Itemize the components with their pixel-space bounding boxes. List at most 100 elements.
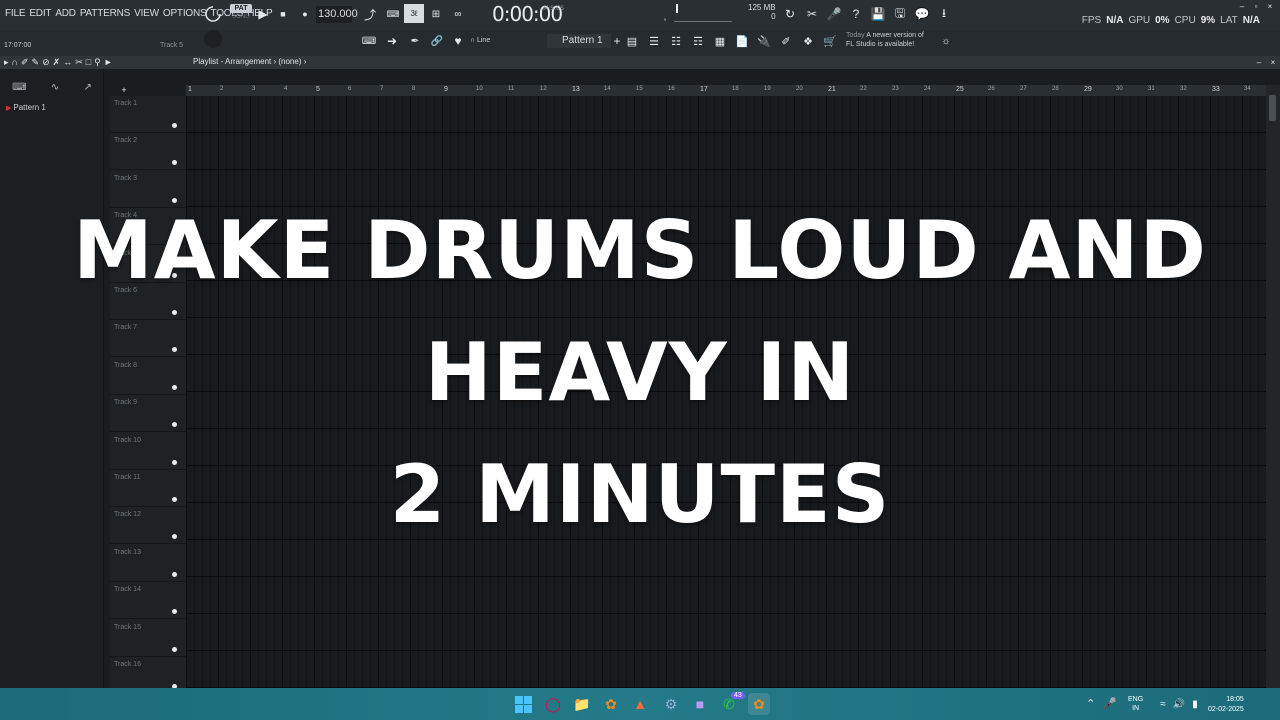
fl-studio-icon[interactable]: ✿: [600, 693, 622, 715]
cut-icon[interactable]: ✂: [804, 6, 820, 22]
track-header[interactable]: Track 1: [110, 96, 186, 133]
mute-tool-icon[interactable]: ✗: [53, 57, 61, 68]
folder-icon[interactable]: 📁: [571, 693, 593, 715]
wait-input-icon[interactable]: ⌨: [384, 6, 402, 22]
pattern-selector[interactable]: Pattern 1: [547, 34, 611, 48]
link-icon[interactable]: 🔗: [430, 35, 444, 47]
bar-number: 30: [1116, 86, 1123, 92]
arrow-right-icon[interactable]: ➜: [384, 34, 400, 48]
bar-number: 20: [796, 86, 803, 92]
playlist-icon[interactable]: ▤: [624, 34, 640, 48]
maximize-icon[interactable]: ▫: [1252, 2, 1260, 11]
language-indicator[interactable]: ENG IN: [1128, 695, 1143, 713]
metronome-icon[interactable]: ⤴: [362, 6, 378, 22]
menu-edit[interactable]: EDIT: [29, 8, 51, 19]
magnet-snap-icon[interactable]: ∩: [12, 57, 18, 68]
plugin-icon[interactable]: 🔌: [756, 34, 772, 48]
stop-icon[interactable]: ■: [277, 7, 289, 21]
mixer-icon[interactable]: ☷: [668, 34, 684, 48]
playlist-close-icon[interactable]: ×: [1268, 57, 1278, 67]
picker-tab-audio-icon[interactable]: ∿: [51, 82, 59, 93]
pattern-list-item[interactable]: ▶ Pattern 1: [6, 103, 46, 112]
master-volume-icon[interactable]: ◦: [660, 14, 670, 24]
menu-patterns[interactable]: PATTERNS: [80, 8, 130, 19]
menu-view[interactable]: VIEW: [134, 8, 159, 19]
wifi-icon[interactable]: ≈: [1157, 698, 1169, 710]
render-icon[interactable]: 🖫: [892, 6, 908, 22]
save-icon[interactable]: 💾: [870, 6, 886, 22]
add-pattern-icon[interactable]: +: [612, 34, 622, 48]
bar-number: 13: [572, 86, 580, 93]
track-mute-led-icon[interactable]: [172, 571, 177, 577]
start-button[interactable]: [512, 693, 534, 715]
countdown-icon[interactable]: 3ℓ: [404, 4, 424, 23]
bar-number: 31: [1148, 86, 1155, 92]
pen-icon[interactable]: ✐: [778, 34, 794, 48]
blend-notes-icon[interactable]: ⊞: [428, 6, 444, 22]
chat-icon[interactable]: 💬: [914, 6, 930, 22]
snap-selector[interactable]: ∩ Line: [470, 37, 490, 44]
minimize-icon[interactable]: –: [1238, 2, 1246, 11]
select-tool-icon[interactable]: □: [86, 57, 91, 68]
stamp-icon[interactable]: ♥: [450, 34, 466, 48]
zoom-tool-icon[interactable]: ⚲: [94, 57, 101, 68]
pat-song-toggle[interactable]: PAT SONG: [230, 4, 252, 22]
piano-icon[interactable]: ⌨: [360, 35, 378, 47]
premiere-icon[interactable]: ■: [689, 693, 711, 715]
cart-icon[interactable]: 🛒: [822, 34, 838, 48]
delete-tool-icon[interactable]: ⊘: [42, 57, 50, 68]
battery-icon[interactable]: ▮: [1189, 698, 1201, 710]
download-icon[interactable]: ⭳: [936, 6, 952, 22]
track-mute-led-icon[interactable]: [172, 646, 177, 652]
record-icon[interactable]: ●: [299, 7, 311, 21]
picker-tab-piano-icon[interactable]: ⌨: [12, 82, 26, 93]
master-knob-icon[interactable]: [204, 30, 222, 48]
pencil-tool-icon[interactable]: ✐: [21, 57, 29, 68]
slice-tool-icon[interactable]: ✂: [75, 57, 83, 68]
sliders-icon[interactable]: ☶: [690, 34, 706, 48]
arrow-icon[interactable]: ▸: [4, 57, 9, 68]
close-icon[interactable]: ×: [1266, 2, 1274, 11]
track-header[interactable]: Track 14: [110, 582, 186, 620]
pattern-arrow-icon: ▶: [6, 105, 12, 112]
track-header[interactable]: Track 15: [110, 620, 186, 657]
menu-file[interactable]: FILE: [5, 8, 26, 19]
play-icon[interactable]: ▶: [257, 7, 269, 21]
scrollbar-thumb[interactable]: [1269, 95, 1276, 121]
globe-icon[interactable]: ☼: [940, 35, 952, 47]
master-pitch-handle[interactable]: [676, 4, 678, 13]
track-mute-led-icon[interactable]: [172, 160, 177, 166]
channel-rack-icon[interactable]: ☰: [646, 34, 662, 48]
microphone-icon[interactable]: 🎤: [826, 6, 842, 22]
playback-tool-icon[interactable]: ►: [104, 57, 113, 68]
file-icon[interactable]: 📄: [734, 34, 750, 48]
volume-icon[interactable]: 🔊: [1173, 698, 1185, 710]
loop-record-icon[interactable]: ∞: [450, 6, 466, 22]
opera-icon[interactable]: ◯: [542, 693, 564, 715]
tempo-display[interactable]: 130.000: [316, 6, 358, 23]
track-mute-led-icon[interactable]: [172, 123, 177, 128]
track-header[interactable]: Track 2: [110, 133, 186, 171]
picker-tab-automation-icon[interactable]: ↗: [83, 82, 91, 93]
fl-studio-active-icon[interactable]: ✿: [748, 693, 770, 715]
add-track-icon[interactable]: +: [120, 85, 128, 95]
master-pitch-slider[interactable]: [674, 4, 732, 22]
settings-icon[interactable]: ⚙: [660, 693, 682, 715]
draw-icon[interactable]: ✒: [408, 35, 422, 47]
tray-chevron-icon[interactable]: ⌃: [1086, 697, 1095, 710]
paint-tool-icon[interactable]: ✎: [32, 57, 40, 68]
app-icon[interactable]: ▲: [629, 693, 651, 715]
news-panel[interactable]: Today A newer version of FL Studio is av…: [846, 31, 924, 49]
tray-mic-icon[interactable]: 🎤: [1103, 697, 1117, 710]
menu-add[interactable]: ADD: [55, 8, 76, 19]
cpu-meter-icon[interactable]: [203, 4, 223, 24]
track-mute-led-icon[interactable]: [172, 609, 177, 615]
undo-history-icon[interactable]: ↻: [782, 6, 798, 22]
slip-tool-icon[interactable]: ↔: [63, 57, 72, 68]
playlist-minimize-icon[interactable]: –: [1254, 57, 1264, 67]
help-icon[interactable]: ?: [848, 6, 864, 22]
menu-options[interactable]: OPTIONS: [163, 8, 207, 19]
taskbar-clock[interactable]: 18:05 02-02-2025: [1208, 695, 1244, 715]
browser-icon[interactable]: ▦: [712, 34, 728, 48]
tutorial-icon[interactable]: ❖: [800, 34, 816, 48]
